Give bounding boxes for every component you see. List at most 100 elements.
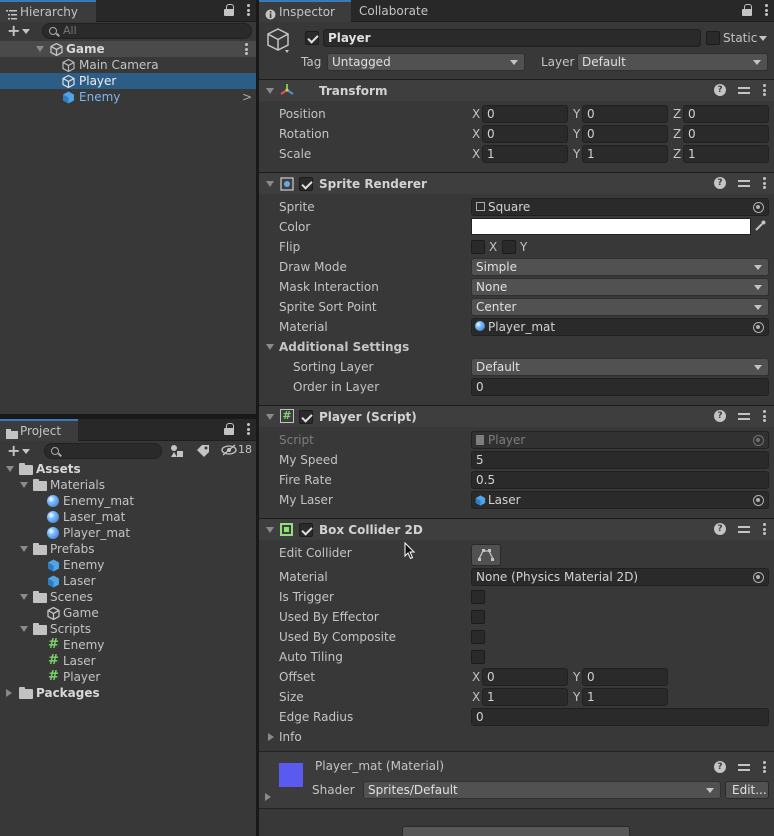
chevron-down-icon[interactable] [22,449,30,454]
expand-triangle[interactable] [20,482,28,488]
filter-by-label-icon[interactable] [196,444,210,461]
info-row[interactable]: Info [259,727,774,747]
used-by-effector-checkbox[interactable] [471,610,485,624]
lock-icon[interactable] [224,4,234,16]
kebab-menu-icon[interactable] [246,423,250,435]
object-picker-icon[interactable] [753,202,764,213]
my-speed-field[interactable]: 5 [471,451,769,469]
rotation-z-field[interactable]: 0 [683,125,769,143]
folder-assets[interactable]: Assets [0,461,256,477]
size-y-field[interactable]: 1 [582,688,668,706]
object-picker-icon[interactable] [753,495,764,506]
tab-project[interactable]: Project [0,419,78,441]
collapse-triangle[interactable] [268,733,274,741]
eyedropper-icon[interactable] [754,220,766,235]
tab-hierarchy[interactable]: Hierarchy [0,0,96,22]
asset-player-script[interactable]: # Player [0,669,256,685]
material-expand-triangle[interactable] [265,793,271,801]
collapse-triangle[interactable] [266,88,274,94]
position-x-field[interactable]: 0 [482,105,568,123]
expand-triangle[interactable] [20,546,28,552]
add-component-button[interactable] [402,826,630,836]
expand-triangle[interactable] [20,594,28,600]
static-dropdown-icon[interactable] [759,36,767,41]
hierarchy-item-main-camera[interactable]: Main Camera [0,57,256,73]
expand-triangle[interactable] [6,466,14,472]
add-icon[interactable]: + [7,23,20,39]
lock-icon[interactable] [224,423,234,435]
fire-rate-field[interactable]: 0.5 [471,471,769,489]
help-icon[interactable]: ? [714,177,726,189]
additional-settings-row[interactable]: Additional Settings [259,337,774,357]
offset-x-field[interactable]: 0 [482,668,568,686]
player-script-header[interactable]: # Player (Script) ? [259,405,774,427]
player-script-enabled-checkbox[interactable] [299,410,313,424]
scale-y-field[interactable]: 1 [582,145,668,163]
mask-interaction-dropdown[interactable]: None [471,278,769,296]
my-laser-object-field[interactable]: Laser [471,491,769,509]
sprite-sort-point-dropdown[interactable]: Center [471,298,769,316]
asset-enemy-prefab[interactable]: Enemy [0,557,256,573]
filter-by-type-icon[interactable] [170,444,184,461]
help-icon[interactable]: ? [714,523,726,535]
transform-header[interactable]: Transform ? [259,79,774,101]
rotation-y-field[interactable]: 0 [582,125,668,143]
used-by-composite-checkbox[interactable] [471,630,485,644]
presets-icon[interactable] [738,761,750,773]
object-picker-icon[interactable] [753,572,764,583]
edge-radius-field[interactable]: 0 [471,708,769,726]
object-picker-icon[interactable] [753,322,764,333]
asset-player-mat[interactable]: Player_mat [0,525,256,541]
sprite-renderer-header[interactable]: Sprite Renderer ? [259,172,774,194]
size-x-field[interactable]: 1 [482,688,568,706]
collapse-triangle[interactable] [266,181,274,187]
flip-y-checkbox[interactable] [502,240,516,254]
kebab-menu-icon[interactable] [246,4,250,16]
presets-icon[interactable] [738,523,750,535]
hierarchy-item-enemy[interactable]: Enemy > [0,89,256,105]
folder-materials[interactable]: Materials [0,477,256,493]
tag-dropdown[interactable]: Untagged [327,53,525,71]
physics-material-object-field[interactable]: None (Physics Material 2D) [471,568,769,586]
rotation-x-field[interactable]: 0 [482,125,568,143]
folder-prefabs[interactable]: Prefabs [0,541,256,557]
lock-icon[interactable] [742,4,752,16]
position-z-field[interactable]: 0 [683,105,769,123]
collapse-triangle[interactable] [266,414,274,420]
help-icon[interactable]: ? [714,410,726,422]
expand-triangle[interactable] [36,46,44,52]
help-icon[interactable]: ? [714,761,726,773]
folder-scripts[interactable]: Scripts [0,621,256,637]
chevron-right-icon[interactable]: > [242,89,252,105]
folder-scenes[interactable]: Scenes [0,589,256,605]
tab-inspector[interactable]: Inspector [259,0,351,22]
help-icon[interactable]: ? [714,84,726,96]
add-icon[interactable]: + [7,443,20,459]
presets-icon[interactable] [738,84,750,96]
asset-laser-prefab[interactable]: Laser [0,573,256,589]
static-checkbox[interactable] [706,31,720,45]
order-in-layer-field[interactable]: 0 [471,378,769,396]
kebab-menu-icon[interactable] [762,761,766,773]
sorting-layer-dropdown[interactable]: Default [471,358,769,376]
kebab-menu-icon[interactable] [762,523,766,535]
asset-enemy-script[interactable]: # Enemy [0,637,256,653]
presets-icon[interactable] [738,410,750,422]
flip-x-checkbox[interactable] [471,240,485,254]
kebab-menu-icon[interactable] [762,84,766,96]
position-y-field[interactable]: 0 [582,105,668,123]
active-checkbox[interactable] [305,31,319,45]
object-name-field[interactable]: Player [323,29,701,47]
layer-dropdown[interactable]: Default [577,53,768,71]
scene-row[interactable]: Game [0,41,256,57]
tab-collaborate[interactable]: Collaborate [353,0,428,22]
shader-edit-button[interactable]: Edit... [725,781,769,799]
asset-enemy-mat[interactable]: Enemy_mat [0,493,256,509]
kebab-menu-icon[interactable] [762,177,766,189]
chevron-down-icon[interactable] [22,29,30,34]
sprite-renderer-enabled-checkbox[interactable] [299,177,313,191]
shader-dropdown[interactable]: Sprites/Default [363,781,721,799]
auto-tiling-checkbox[interactable] [471,650,485,664]
presets-icon[interactable] [738,177,750,189]
folder-packages[interactable]: Packages [0,685,256,701]
